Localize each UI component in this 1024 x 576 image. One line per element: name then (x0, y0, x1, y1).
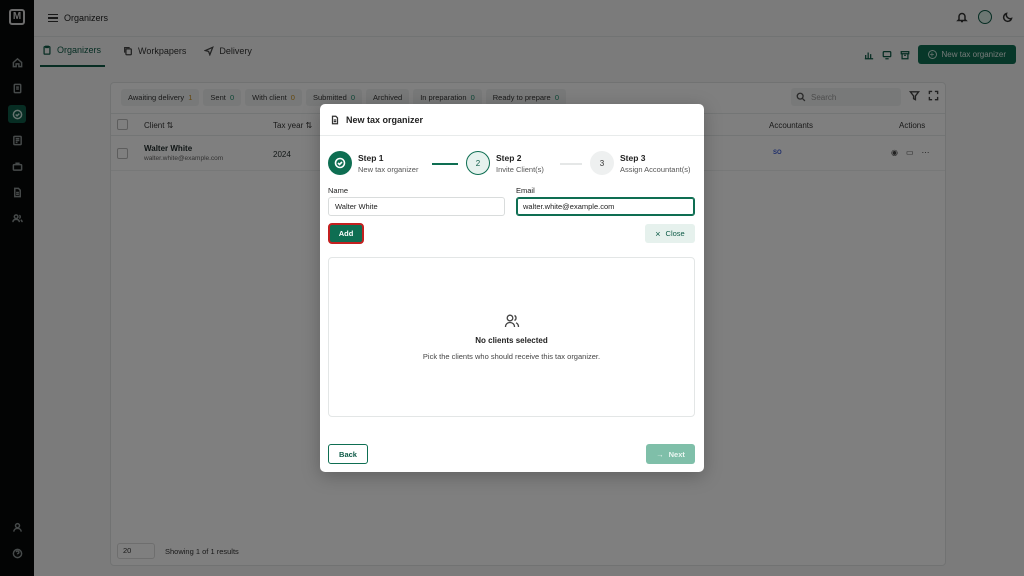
step-2: 2 Step 2 Invite Client(s) (466, 151, 544, 175)
arrow-right-icon: → (656, 449, 664, 459)
empty-state-title: No clients selected (475, 336, 548, 345)
email-field[interactable]: walter.white@example.com (516, 197, 695, 216)
step-number: 2 (466, 151, 490, 175)
step-done-indicator (328, 151, 352, 175)
next-label: Next (668, 449, 685, 459)
step-connector (432, 163, 458, 165)
step-subtitle: Invite Client(s) (496, 164, 544, 174)
step-number: 3 (590, 151, 614, 175)
step-name: Step 1 (358, 152, 384, 163)
close-label: Close (665, 229, 685, 238)
close-button[interactable]: × Close (645, 224, 695, 243)
step-1: Step 1 New tax organizer (328, 151, 418, 175)
add-button[interactable]: Add (328, 223, 364, 244)
close-icon: × (655, 228, 661, 239)
dialog-header: New tax organizer (320, 104, 704, 136)
dialog-title: New tax organizer (346, 114, 424, 125)
name-field[interactable]: Walter White (328, 197, 505, 216)
document-icon (331, 115, 339, 124)
step-connector (560, 163, 582, 165)
check-circle-icon (334, 157, 346, 169)
name-label: Name (328, 186, 349, 195)
step-subtitle: Assign Accountant(s) (620, 164, 691, 174)
next-button[interactable]: → Next (646, 444, 695, 464)
step-name: Step 2 (496, 152, 522, 163)
email-label: Email (516, 186, 535, 195)
stepper: Step 1 New tax organizer 2 Step 2 Invite… (328, 151, 698, 177)
step-3: 3 Step 3 Assign Accountant(s) (590, 151, 690, 175)
back-button[interactable]: Back (328, 444, 368, 464)
users-icon (504, 313, 520, 329)
empty-state-description: Pick the clients who should receive this… (422, 352, 601, 361)
new-tax-organizer-dialog: New tax organizer Step 1 New tax organiz… (320, 104, 704, 472)
step-subtitle: New tax organizer (358, 164, 419, 174)
selected-clients-panel: No clients selected Pick the clients who… (328, 257, 695, 417)
step-name: Step 3 (620, 152, 646, 163)
